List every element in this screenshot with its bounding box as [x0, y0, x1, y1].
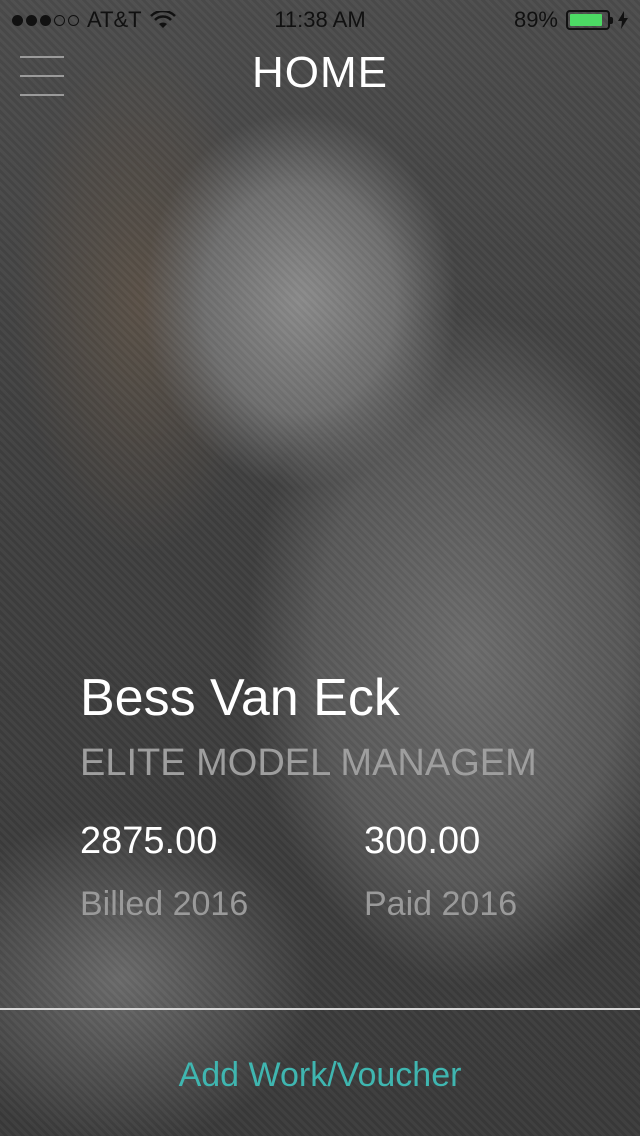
carrier-name: AT&T — [87, 7, 142, 32]
billed-label: Billed 2016 — [80, 885, 249, 923]
agency-name: ELITE MODEL MANAGEM... — [80, 742, 540, 784]
status-right: 89% — [514, 7, 628, 33]
add-work-voucher-button[interactable]: Add Work/Voucher — [0, 1056, 640, 1095]
divider — [0, 1008, 640, 1010]
profile-name: Bess Van Eck — [80, 669, 400, 727]
charging-bolt-icon — [618, 11, 628, 29]
billed-value: 2875.00 — [80, 820, 218, 862]
background-photo — [0, 0, 640, 1136]
battery-fill — [570, 14, 603, 26]
signal-dot — [68, 14, 79, 26]
paid-value: 300.00 — [364, 820, 481, 862]
status-bar: AT&T 11:38 AM 89% — [0, 0, 640, 40]
battery-icon — [566, 10, 613, 30]
paid-stat: 300.00 Paid 2016 — [364, 820, 517, 924]
signal-dot — [40, 14, 51, 26]
billed-stat: 2875.00 Billed 2016 — [80, 820, 248, 924]
paid-label: Paid 2016 — [364, 885, 518, 923]
signal-dot — [12, 14, 23, 26]
battery-percent: 89% — [513, 7, 558, 32]
signal-dot — [26, 14, 37, 26]
wifi-icon — [149, 11, 176, 28]
signal-dot — [54, 14, 65, 26]
signal-strength-icon — [12, 14, 79, 26]
page-title: HOME — [252, 48, 388, 97]
status-left: AT&T — [12, 7, 176, 33]
